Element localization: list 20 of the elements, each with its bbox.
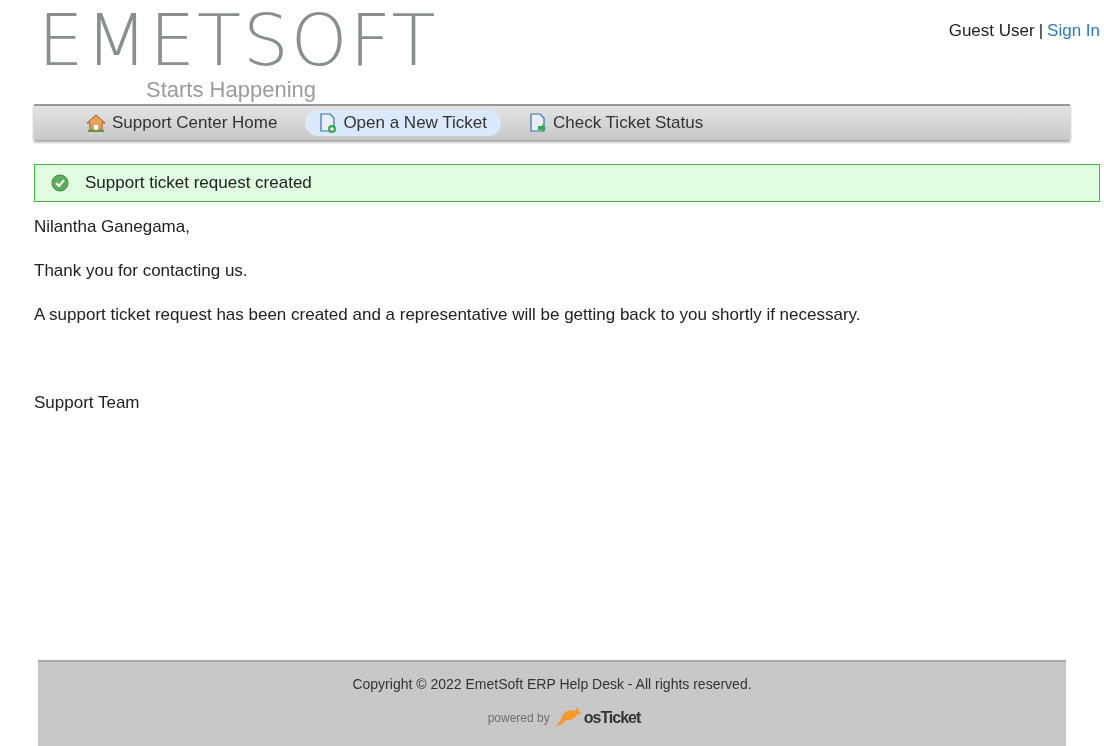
notice-text: Support ticket request created [85, 172, 312, 195]
sign-in-link[interactable]: Sign In [1047, 21, 1100, 104]
document-arrow-icon [529, 113, 547, 133]
nav-tab[interactable]: Check Ticket Status [515, 110, 718, 136]
house-icon [86, 114, 106, 132]
separator: | [1038, 21, 1044, 42]
message-text: Nilantha Ganegama, [34, 217, 191, 237]
message-text: Thank you for contacting us. [34, 261, 249, 281]
osticket-logo: osTicket [583, 709, 641, 727]
logo: EMETSOFT [38, 2, 438, 78]
user-name: Guest User [948, 21, 1035, 42]
nav-tab[interactable]: Support Center Home [72, 110, 292, 136]
document-plus-icon [319, 113, 338, 133]
nav-tab[interactable]: Open a New Ticket [305, 110, 501, 136]
copyright-text: Copyright © 2022 EmetSoft ERP Help Desk - All rights reserved. [352, 675, 752, 694]
message-text: A support ticket request has been created and a representative will be getting back to you shortly if necessary. [34, 305, 862, 325]
check-circle-icon [51, 174, 69, 192]
signature: Support Team [34, 393, 141, 413]
tagline: Starts Happening [146, 78, 317, 102]
powered-by-text: powered by [487, 710, 550, 727]
